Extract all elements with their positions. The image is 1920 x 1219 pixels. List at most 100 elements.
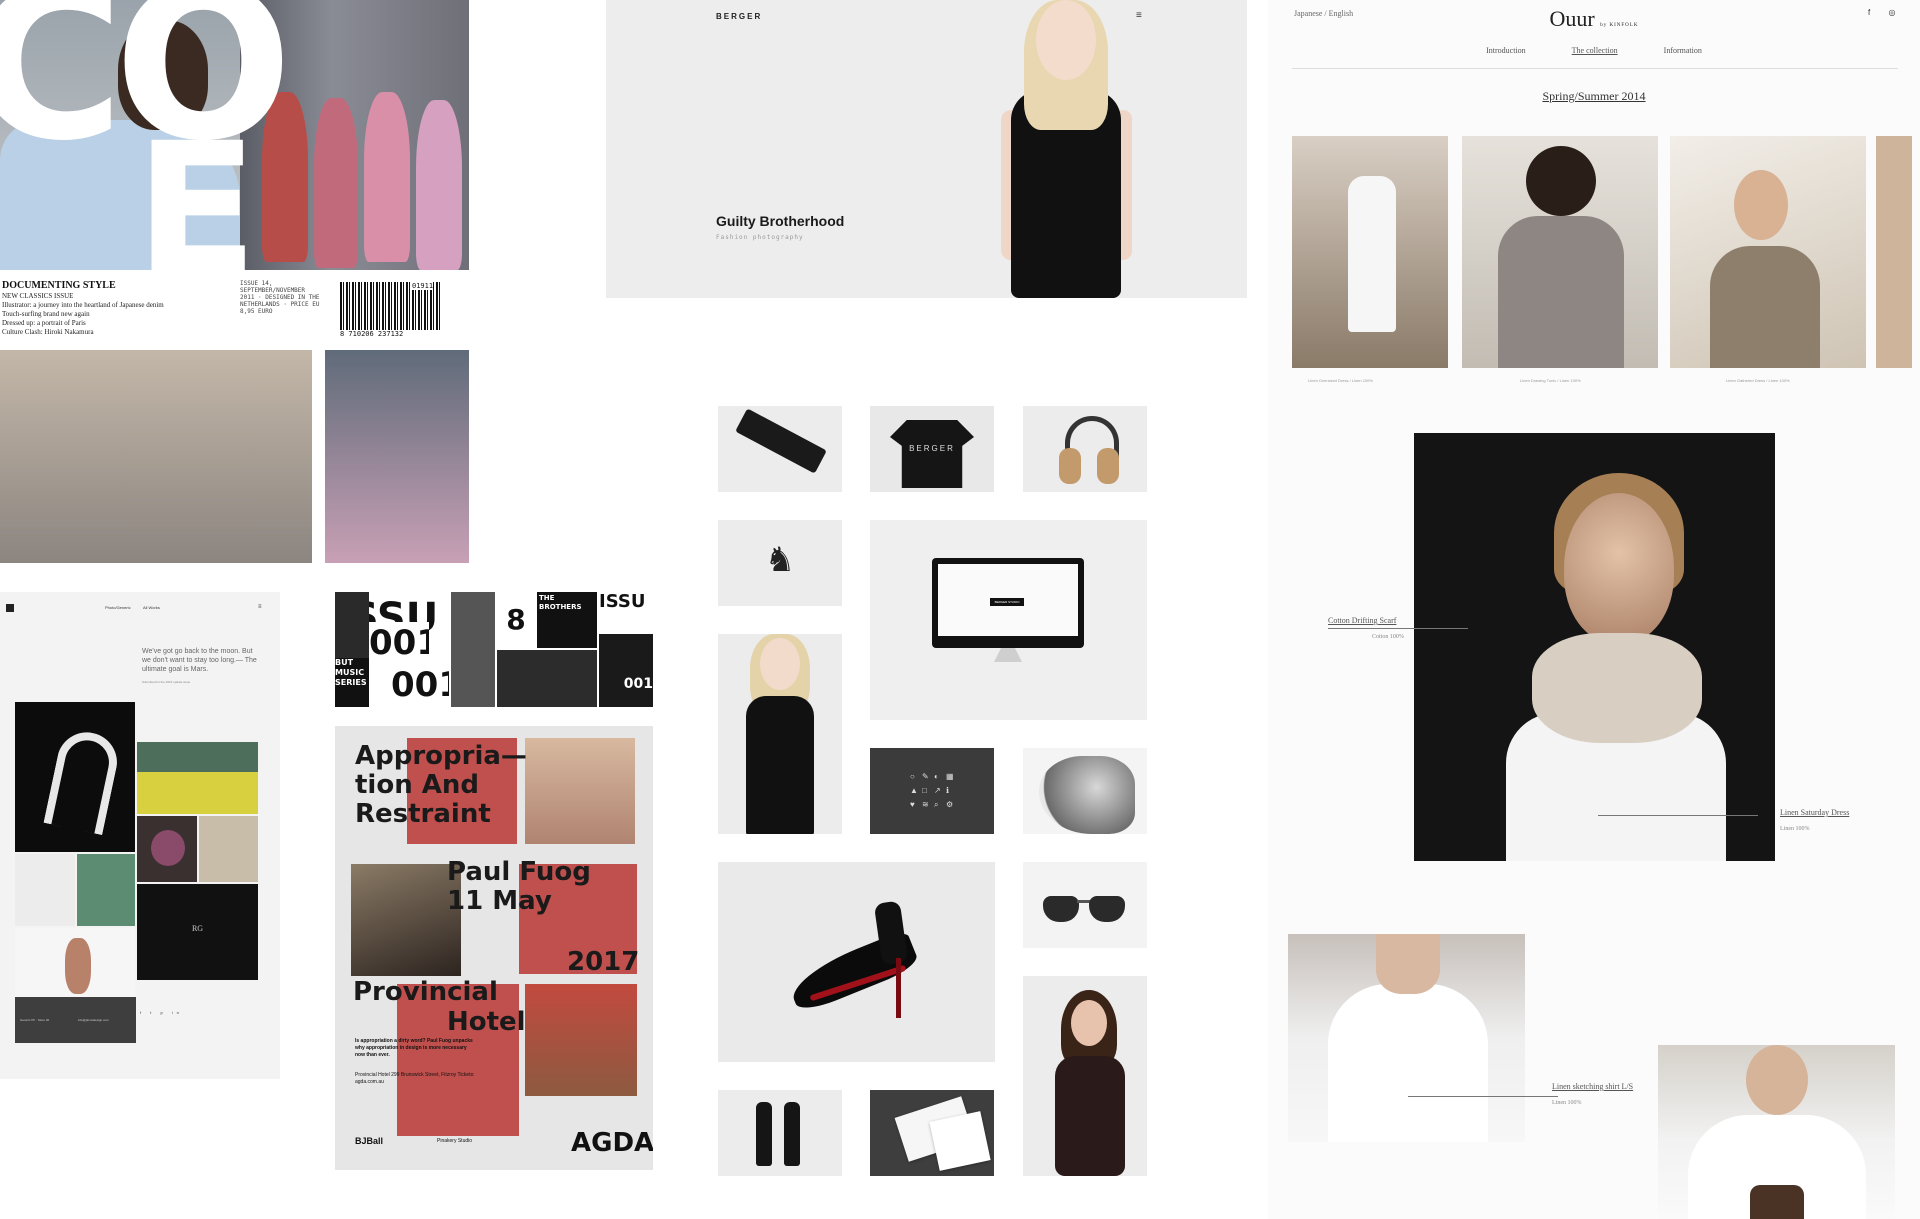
collection-photo[interactable] <box>1462 136 1658 368</box>
menu-icon[interactable]: ≡ <box>258 604 262 610</box>
hero-title[interactable]: Guilty Brotherhood <box>716 213 844 229</box>
feature-photo[interactable] <box>1414 433 1775 861</box>
imac-badge: BERGER STUDIO <box>990 598 1024 606</box>
tile-model-dress[interactable] <box>718 634 842 834</box>
tile-bottles[interactable] <box>718 1090 842 1176</box>
collection-photo[interactable] <box>1288 934 1525 1142</box>
nav-collection[interactable]: The collection <box>1572 46 1618 55</box>
headphones-cup <box>1059 448 1081 484</box>
bird-photo <box>351 864 461 976</box>
mannequin-dress <box>314 98 358 268</box>
portfolio-tile[interactable] <box>137 742 258 814</box>
model-face <box>1734 170 1788 240</box>
label-leader-line <box>1408 1096 1558 1097</box>
half-circle-icon: ◐ <box>934 772 939 781</box>
tile-body-photo[interactable] <box>1023 748 1147 834</box>
sponsor-logo: BJBall <box>355 1136 384 1146</box>
portfolio-tile[interactable] <box>15 928 135 1000</box>
cover-line: Dressed up: a portrait of Paris <box>2 319 86 327</box>
box-icon: □ <box>922 786 927 795</box>
photo-caption: Linen Oversized Dress / Linen 100% <box>1308 378 1373 383</box>
social-icons[interactable]: f ◎ <box>1868 8 1903 17</box>
portfolio-site: Photo/Generic All Works ≡ We've got go b… <box>0 592 280 1079</box>
cover-line: NEW CLASSICS ISSUE <box>2 292 74 300</box>
triangle-icon: ▲ <box>910 786 918 795</box>
bottle <box>784 1102 800 1166</box>
tile-imac[interactable]: BERGER STUDIO <box>870 520 1147 720</box>
product-label[interactable]: Cotton Drifting Scarf <box>1328 616 1396 625</box>
collection-photo[interactable] <box>1670 136 1866 368</box>
search-icon: ⌕ <box>934 800 939 809</box>
social-links[interactable]: f t p in <box>140 1010 183 1015</box>
tile-heels[interactable] <box>718 862 995 1062</box>
tile-woman-bodysuit[interactable] <box>1023 976 1147 1176</box>
portfolio-tile[interactable] <box>77 854 135 926</box>
tshirt-image <box>890 420 974 488</box>
tshirt-print: BERGER <box>909 444 955 453</box>
tile-stationery[interactable] <box>870 1090 994 1176</box>
tile-sunglasses[interactable] <box>1023 862 1147 948</box>
rg-monogram: RG <box>191 924 204 933</box>
berger-logo[interactable]: BERGER <box>716 12 762 21</box>
collection-photo[interactable] <box>1292 136 1448 368</box>
collection-photo[interactable] <box>1658 1045 1895 1219</box>
hamburger-menu-icon[interactable]: ≡ <box>1136 11 1146 21</box>
event-description: Is appropriation a dirty word? Paul Fuog… <box>355 1038 473 1058</box>
tile-icon-set[interactable]: ○ ✎ ◐ ▦ ▲ □ ↗ ℹ ♥ ≋ ⌕ ⚙ <box>870 748 994 834</box>
portfolio-tile[interactable] <box>15 702 135 852</box>
issue-number: 001 <box>391 664 449 707</box>
deer-icon: ♞ <box>764 541 796 579</box>
venue-line: Provincial <box>353 977 498 1007</box>
gear-icon: ⚙ <box>946 800 954 809</box>
portfolio-tile[interactable] <box>15 854 75 926</box>
portfolio-tile[interactable] <box>199 816 258 882</box>
product-material: Cotton 100% <box>1372 634 1404 640</box>
cover-photo-legs <box>0 350 312 563</box>
heart-icon: ♥ <box>910 800 915 809</box>
product-material: Linen 100% <box>1780 826 1810 832</box>
nav-link[interactable]: All Works <box>143 605 160 610</box>
nav-link[interactable]: Photo/Generic <box>105 605 131 610</box>
tile-deer-logo[interactable]: ♞ <box>718 520 842 606</box>
product-label[interactable]: Linen Saturday Dress <box>1780 808 1849 817</box>
portfolio-quote: We've got go back to the moon. But we do… <box>142 648 257 673</box>
barcode-suffix: 01911 <box>412 282 434 290</box>
tile-packaging[interactable] <box>718 406 842 492</box>
sponsor-logo: Pinakery Studio <box>437 1138 473 1144</box>
woman-bodysuit <box>1055 1056 1125 1176</box>
model-chin <box>1376 934 1440 994</box>
bottle <box>756 1102 772 1166</box>
tile-tshirt[interactable]: BERGER <box>870 406 994 492</box>
product-label[interactable]: Linen sketching shirt L/S <box>1552 1082 1633 1091</box>
berger-hero: BERGER ≡ Guilty Brotherhood Fashion phot… <box>606 0 1247 298</box>
nav-information[interactable]: Information <box>1664 46 1702 55</box>
issue-number: 8 <box>497 592 535 648</box>
agda-poster: Appropria— tion And Restraint Paul Fuog … <box>335 726 653 1170</box>
barcode-number: 8 710206 237132 <box>340 330 404 338</box>
nav-introduction[interactable]: Introduction <box>1486 46 1526 55</box>
issue-info: ISSUE 14, SEPTEMBER/NOVEMBER 2011 · DESI… <box>240 280 320 315</box>
sunglasses-lens <box>1089 896 1125 922</box>
ouur-logo-suffix: by KINFOLK <box>1600 23 1639 28</box>
ouur-logo-text: Ouur <box>1549 6 1595 31</box>
leather-bag <box>1750 1185 1804 1219</box>
page-gutter <box>312 350 325 563</box>
brown-dress <box>1710 246 1820 368</box>
business-card <box>929 1111 991 1171</box>
footer-email[interactable]: info@photodesign.com <box>78 1018 109 1022</box>
event-year: 2017 <box>567 947 640 977</box>
footer-text: Generic PF · Store 20 <box>20 1018 50 1022</box>
wifi-icon: ≋ <box>922 800 929 809</box>
white-dress <box>1348 176 1396 332</box>
portfolio-logo[interactable] <box>6 604 14 612</box>
portfolio-tile[interactable] <box>137 816 197 882</box>
imac-stand <box>994 648 1022 662</box>
ouur-logo[interactable]: Ouur by KINFOLK <box>1268 6 1920 32</box>
cover-photo-right <box>325 350 469 563</box>
collection-photo[interactable] <box>1876 136 1912 368</box>
cover-headline: DOCUMENTING STYLE <box>2 280 116 291</box>
tile-headphones[interactable] <box>1023 406 1147 492</box>
hero-subtitle: Fashion photography <box>716 234 804 241</box>
portfolio-tile[interactable]: RG <box>137 884 258 980</box>
white-shirt <box>1328 984 1488 1142</box>
